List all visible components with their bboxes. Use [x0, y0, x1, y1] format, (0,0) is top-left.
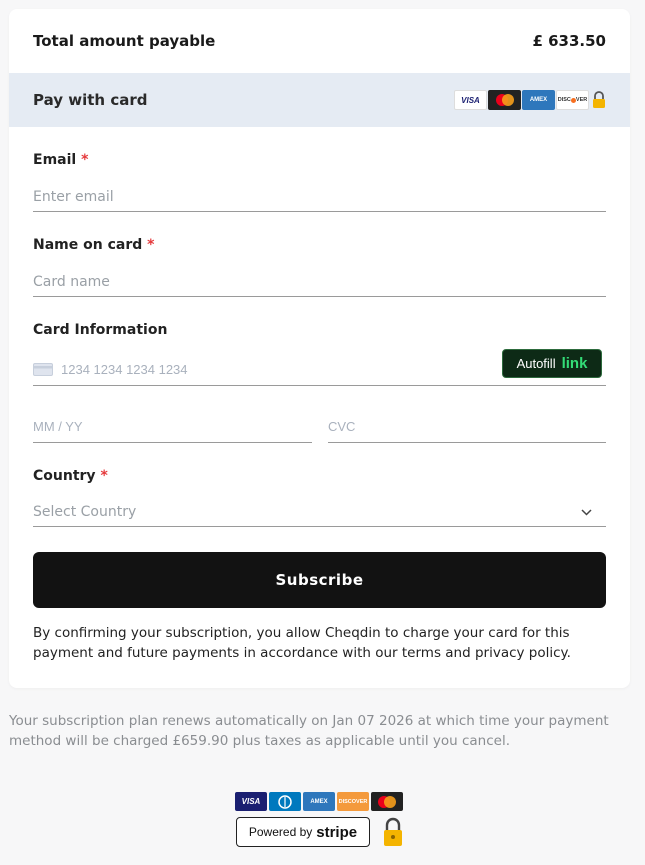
card-number-field[interactable]: 1234 1234 1234 1234 Autofill link: [33, 349, 606, 386]
card-information-label: Card Information: [33, 322, 168, 338]
discover-icon: DISCOVER: [337, 792, 369, 811]
checkout-card: Total amount payable £ 633.50 Pay with c…: [9, 9, 630, 688]
lock-icon: [383, 817, 403, 847]
pay-with-card-header: Pay with card VISA AMEX DISC VER: [9, 73, 630, 127]
credit-card-icon: [33, 362, 53, 376]
lock-icon: [592, 91, 606, 109]
subscribe-button[interactable]: Subscribe: [33, 552, 606, 608]
mastercard-icon: [488, 90, 521, 110]
pay-with-card-title: Pay with card: [33, 91, 148, 109]
diners-club-icon: [269, 792, 301, 811]
expiry-placeholder: MM / YY: [33, 418, 83, 434]
stripe-logo: stripe: [316, 823, 358, 841]
mastercard-icon: [371, 792, 403, 811]
autofill-link-button[interactable]: Autofill link: [502, 349, 602, 378]
consent-text: By confirming your subscription, you all…: [33, 625, 571, 661]
email-placeholder: Enter email: [33, 189, 114, 205]
autofill-label: Autofill: [516, 356, 556, 371]
powered-by-label: Powered by: [248, 825, 313, 839]
cvc-placeholder: CVC: [328, 418, 356, 434]
accepted-cards: VISA AMEX DISC VER: [454, 90, 606, 110]
powered-by-stripe-badge[interactable]: Powered by stripe: [236, 817, 370, 847]
name-on-card-label: Name on card *: [33, 237, 155, 253]
card-name-field[interactable]: Card name: [33, 268, 606, 297]
renewal-notice: Your subscription plan renews automatica…: [9, 713, 609, 749]
cvc-field[interactable]: CVC: [328, 410, 606, 443]
discover-icon: DISC VER: [556, 90, 589, 110]
card-number-placeholder: 1234 1234 1234 1234: [61, 361, 188, 377]
total-row: Total amount payable £ 633.50: [9, 9, 630, 73]
expiry-field[interactable]: MM / YY: [33, 410, 312, 443]
chevron-down-icon: [581, 504, 592, 520]
visa-icon: VISA: [454, 90, 487, 110]
total-label: Total amount payable: [33, 32, 216, 50]
amex-icon: AMEX: [303, 792, 335, 811]
country-select[interactable]: Select Country: [33, 497, 606, 527]
card-name-placeholder: Card name: [33, 274, 110, 290]
country-placeholder: Select Country: [33, 503, 137, 520]
footer-accepted-cards: VISA AMEX DISCOVER: [235, 792, 403, 811]
amex-icon: AMEX: [522, 90, 555, 110]
total-value: £ 633.50: [532, 32, 606, 50]
visa-icon: VISA: [235, 792, 267, 811]
link-logo: link: [561, 355, 588, 372]
country-label: Country *: [33, 468, 108, 484]
email-field[interactable]: Enter email: [33, 183, 606, 212]
email-label: Email *: [33, 152, 89, 168]
